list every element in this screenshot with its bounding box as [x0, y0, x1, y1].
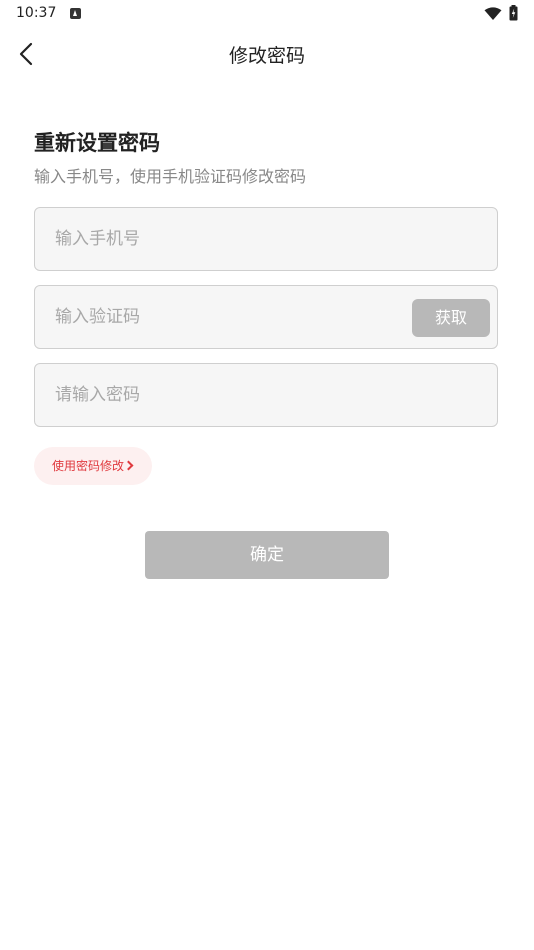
notification-a-icon	[70, 8, 81, 19]
form-subheading: 输入手机号，使用手机验证码修改密码	[34, 167, 307, 186]
verification-code-input[interactable]	[55, 286, 415, 348]
battery-charging-icon	[509, 5, 518, 21]
verification-code-field: 获取	[34, 285, 498, 349]
nav-bar: 修改密码	[0, 28, 534, 78]
use-password-change-link[interactable]: 使用密码修改	[34, 447, 153, 485]
password-field	[34, 363, 498, 427]
chevron-right-icon	[123, 460, 134, 471]
status-bar: 10:37	[0, 0, 534, 28]
form-heading: 重新设置密码	[34, 131, 160, 155]
get-code-button[interactable]: 获取	[412, 299, 490, 337]
wifi-icon	[484, 7, 502, 20]
password-input[interactable]	[55, 364, 415, 426]
use-password-change-label: 使用密码修改	[52, 459, 125, 473]
status-time: 10:37	[16, 5, 57, 21]
page-title: 修改密码	[228, 45, 305, 67]
phone-field	[34, 207, 498, 271]
phone-input[interactable]	[55, 208, 415, 270]
confirm-button[interactable]: 确定	[145, 531, 389, 579]
change-password-screen: 10:37 修改密码 重新设置密码 输入手机号，使用手机验证码修改密码 获取 使…	[0, 0, 534, 950]
